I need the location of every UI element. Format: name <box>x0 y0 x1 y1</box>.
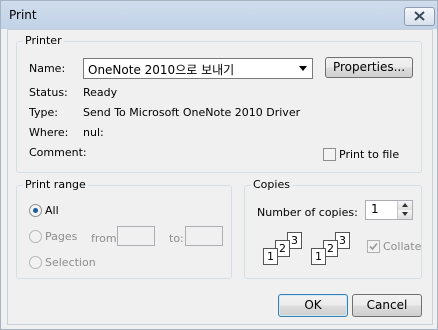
number-of-copies-spinner[interactable]: 1 <box>365 200 413 220</box>
collate-illustration: 3 2 1 3 2 1 <box>261 232 371 272</box>
print-to-file-checkbox[interactable] <box>323 148 336 161</box>
type-label: Type: <box>29 106 58 119</box>
to-page-input[interactable] <box>185 226 223 246</box>
copies-group: Copies Number of copies: 1 3 2 1 3 2 1 C… <box>244 178 422 279</box>
all-radio[interactable] <box>29 204 42 217</box>
comment-label: Comment: <box>29 146 87 159</box>
checkmark-icon <box>369 242 378 251</box>
collate-page: 1 <box>263 248 278 265</box>
ok-button[interactable]: OK <box>278 294 348 317</box>
status-label: Status: <box>29 86 68 99</box>
cancel-button[interactable]: Cancel <box>352 294 422 317</box>
dialog-body: Printer Name: OneNote 2010으로 보내기 Propert… <box>7 29 433 325</box>
pages-label[interactable]: Pages <box>45 230 77 243</box>
properties-button[interactable]: Properties... <box>325 57 413 78</box>
window-title: Print <box>9 8 37 22</box>
collate-label[interactable]: Collate <box>383 240 421 253</box>
arrow-up-icon <box>402 203 408 207</box>
from-page-input[interactable] <box>117 226 155 246</box>
from-label: from: <box>91 232 121 245</box>
close-icon <box>414 11 425 21</box>
printer-name-value: OneNote 2010으로 보내기 <box>88 63 235 77</box>
where-value: nul: <box>83 126 104 139</box>
where-label: Where: <box>29 126 69 139</box>
selection-label[interactable]: Selection <box>45 256 96 269</box>
print-range-group: Print range All Pages from: to: Selectio… <box>16 178 232 279</box>
arrow-down-icon <box>402 212 408 216</box>
print-range-group-label: Print range <box>23 178 88 191</box>
number-of-copies-value: 1 <box>371 202 379 216</box>
to-label: to: <box>169 232 184 245</box>
collate-page: 1 <box>311 248 326 265</box>
collate-checkbox[interactable] <box>367 240 380 253</box>
close-button[interactable] <box>404 7 435 26</box>
printer-group: Printer Name: OneNote 2010으로 보내기 Propert… <box>16 34 422 173</box>
spin-down-button[interactable] <box>398 210 412 219</box>
all-label[interactable]: All <box>45 204 59 217</box>
status-value: Ready <box>83 86 118 99</box>
selection-radio[interactable] <box>29 256 42 269</box>
printer-group-label: Printer <box>23 34 64 47</box>
print-to-file-label[interactable]: Print to file <box>339 148 399 161</box>
name-label: Name: <box>29 62 66 75</box>
chevron-down-icon[interactable] <box>299 66 307 71</box>
print-dialog: Print Printer Name: OneNote 2010으로 보내기 P… <box>0 0 438 330</box>
type-value: Send To Microsoft OneNote 2010 Driver <box>83 106 301 119</box>
printer-name-select[interactable]: OneNote 2010으로 보내기 <box>83 58 313 79</box>
pages-radio[interactable] <box>29 230 42 243</box>
spinner-buttons <box>397 201 412 219</box>
copies-group-label: Copies <box>251 178 292 191</box>
number-of-copies-label: Number of copies: <box>257 206 358 219</box>
title-bar[interactable]: Print <box>1 1 437 29</box>
radio-selected-dot <box>33 208 38 213</box>
